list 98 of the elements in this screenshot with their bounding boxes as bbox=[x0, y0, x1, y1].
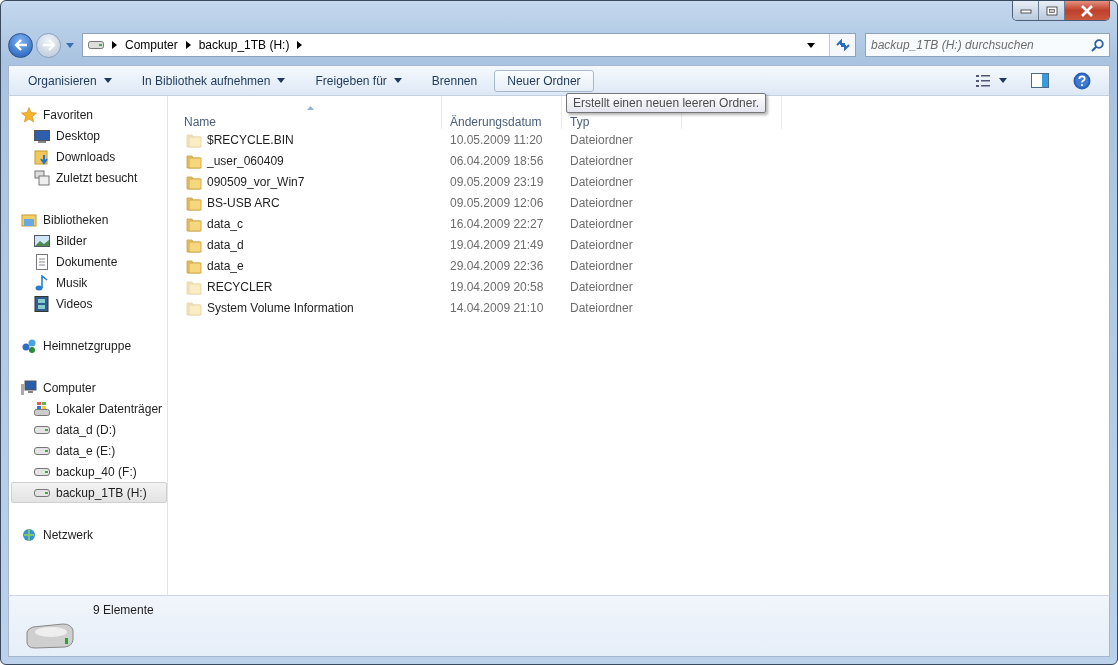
navigation-group[interactable]: Heimnetzgruppe bbox=[9, 335, 167, 356]
back-button[interactable] bbox=[8, 32, 33, 58]
date-cell-text: 10.05.2009 11:20 bbox=[449, 132, 544, 147]
navigation-item[interactable]: Zuletzt besucht bbox=[11, 167, 167, 188]
file-name[interactable]: 090509_vor_Win7 bbox=[207, 174, 305, 189]
type-cell-text: Dateiordner bbox=[569, 237, 634, 252]
minimize-button[interactable] bbox=[1013, 1, 1039, 20]
preview-pane-icon bbox=[1031, 73, 1049, 88]
type-cell-text: Dateiordner bbox=[569, 279, 634, 294]
hard-drive-icon bbox=[25, 620, 75, 650]
address-dropdown-icon[interactable] bbox=[807, 42, 815, 48]
breadcrumb[interactable]: backup_1TB (H:) bbox=[198, 38, 290, 52]
date-cell-text: 19.04.2009 20:58 bbox=[449, 279, 545, 294]
help-icon bbox=[1073, 71, 1091, 90]
navigation-group[interactable]: Favoriten bbox=[9, 104, 167, 125]
toolbar-button[interactable]: Organisieren bbox=[15, 69, 125, 92]
navigation-item[interactable]: data_e (E:) bbox=[11, 440, 167, 461]
toolbar-button[interactable]: Brennen bbox=[418, 69, 491, 92]
details-view-icon bbox=[976, 73, 992, 88]
toolbar-button[interactable]: Freigeben für bbox=[302, 69, 415, 92]
file-name[interactable]: $RECYCLE.BIN bbox=[207, 132, 294, 147]
right-arrow-icon bbox=[41, 39, 56, 51]
date-cell-text: 19.04.2009 21:49 bbox=[449, 237, 545, 252]
drive-icon bbox=[88, 40, 104, 50]
navigation-group[interactable]: Computer bbox=[9, 377, 167, 398]
column-header[interactable]: Änderungsdatum bbox=[442, 96, 562, 129]
navigation-item[interactable]: Musik bbox=[11, 272, 167, 293]
close-icon bbox=[1080, 4, 1094, 17]
type-cell-text: Dateiordner bbox=[569, 174, 634, 189]
star-icon bbox=[21, 106, 37, 123]
toolbar-button[interactable]: Neuer Ordner bbox=[494, 69, 594, 92]
systemdrive-icon bbox=[34, 400, 50, 417]
date-cell-text: 16.04.2009 22:27 bbox=[449, 216, 545, 231]
file-name[interactable]: data_d bbox=[207, 237, 244, 252]
type-cell-text: Dateiordner bbox=[569, 153, 634, 168]
close-button[interactable] bbox=[1065, 1, 1109, 20]
toolbar-button[interactable]: In Bibliothek aufnehmen bbox=[128, 69, 299, 92]
navigation-item[interactable]: data_d (D:) bbox=[11, 419, 167, 440]
breadcrumb-arrow-icon[interactable] bbox=[112, 41, 117, 49]
navigation-item[interactable]: Desktop bbox=[11, 125, 167, 146]
computer-icon bbox=[21, 379, 37, 396]
type-cell-text: Dateiordner bbox=[569, 195, 634, 210]
minimize-icon bbox=[1019, 7, 1032, 14]
search-icon[interactable] bbox=[1091, 38, 1104, 52]
navigation-item[interactable]: backup_1TB (H:) bbox=[11, 482, 167, 503]
navigation-item[interactable]: Videos bbox=[11, 293, 167, 314]
file-name[interactable]: data_e bbox=[207, 258, 244, 273]
address-bar[interactable]: Computer backup_1TB (H:) bbox=[82, 33, 856, 57]
refresh-button[interactable] bbox=[829, 34, 855, 56]
navigation-item[interactable]: Bilder bbox=[11, 230, 167, 251]
maximize-button[interactable] bbox=[1039, 1, 1065, 20]
downloads-icon bbox=[34, 148, 50, 165]
date-cell-text: 06.04.2009 18:56 bbox=[449, 153, 545, 168]
date-cell-text: 29.04.2009 22:36 bbox=[449, 258, 545, 273]
search-field[interactable]: backup_1TB (H:) durchsuchen bbox=[865, 33, 1110, 57]
file-name[interactable]: RECYCLER bbox=[207, 279, 273, 294]
date-cell-text: 09.05.2009 12:06 bbox=[449, 195, 545, 210]
caret-icon bbox=[103, 78, 112, 83]
drive-icon bbox=[34, 425, 50, 434]
navigation-item[interactable]: Lokaler Datenträger bbox=[11, 398, 167, 419]
desktop-icon bbox=[34, 127, 50, 144]
breadcrumb-arrow-icon[interactable] bbox=[185, 41, 191, 49]
date-cell-text: 09.05.2009 23:19 bbox=[449, 174, 545, 189]
navigation-item[interactable]: Dokumente bbox=[11, 251, 167, 272]
type-cell-text: Dateiordner bbox=[569, 258, 634, 273]
drive-icon bbox=[34, 467, 50, 476]
type-cell-text: Dateiordner bbox=[569, 300, 634, 315]
date-cell-text: 14.04.2009 21:10 bbox=[449, 300, 545, 315]
file-name[interactable]: data_c bbox=[207, 216, 244, 231]
tooltip: Erstellt einen neuen leeren Ordner. bbox=[566, 93, 767, 113]
restore-icon bbox=[1045, 5, 1058, 16]
sort-ascending-icon bbox=[307, 106, 314, 110]
documents-icon bbox=[34, 253, 50, 270]
breadcrumb-arrow-icon[interactable] bbox=[297, 41, 303, 49]
caret-icon bbox=[999, 78, 1007, 83]
drive-icon bbox=[34, 446, 50, 455]
videos-icon bbox=[34, 295, 50, 312]
navigation-item[interactable]: Downloads bbox=[11, 146, 167, 167]
library-icon bbox=[21, 211, 37, 228]
navigation-group[interactable]: Netzwerk bbox=[9, 524, 167, 545]
type-cell-text: Dateiordner bbox=[569, 216, 634, 231]
type-cell-text: Dateiordner bbox=[569, 132, 634, 147]
caret-icon bbox=[277, 78, 286, 83]
navigation-group[interactable]: Bibliotheken bbox=[9, 209, 167, 230]
pictures-icon bbox=[34, 232, 50, 249]
navigation-item[interactable]: backup_40 (F:) bbox=[11, 461, 167, 482]
network-icon bbox=[21, 526, 37, 543]
left-arrow-icon bbox=[13, 39, 28, 51]
history-dropdown-icon[interactable] bbox=[66, 42, 74, 48]
file-name[interactable]: BS-USB ARC bbox=[207, 195, 280, 210]
file-name[interactable]: System Volume Information bbox=[207, 300, 354, 315]
music-icon bbox=[34, 274, 50, 291]
breadcrumb[interactable]: Computer bbox=[125, 38, 178, 52]
refresh-icon bbox=[835, 39, 850, 51]
caret-icon bbox=[393, 78, 402, 83]
item-count: 9 Elemente bbox=[93, 603, 154, 617]
drive-icon bbox=[34, 488, 50, 497]
file-name[interactable]: _user_060409 bbox=[207, 153, 284, 168]
